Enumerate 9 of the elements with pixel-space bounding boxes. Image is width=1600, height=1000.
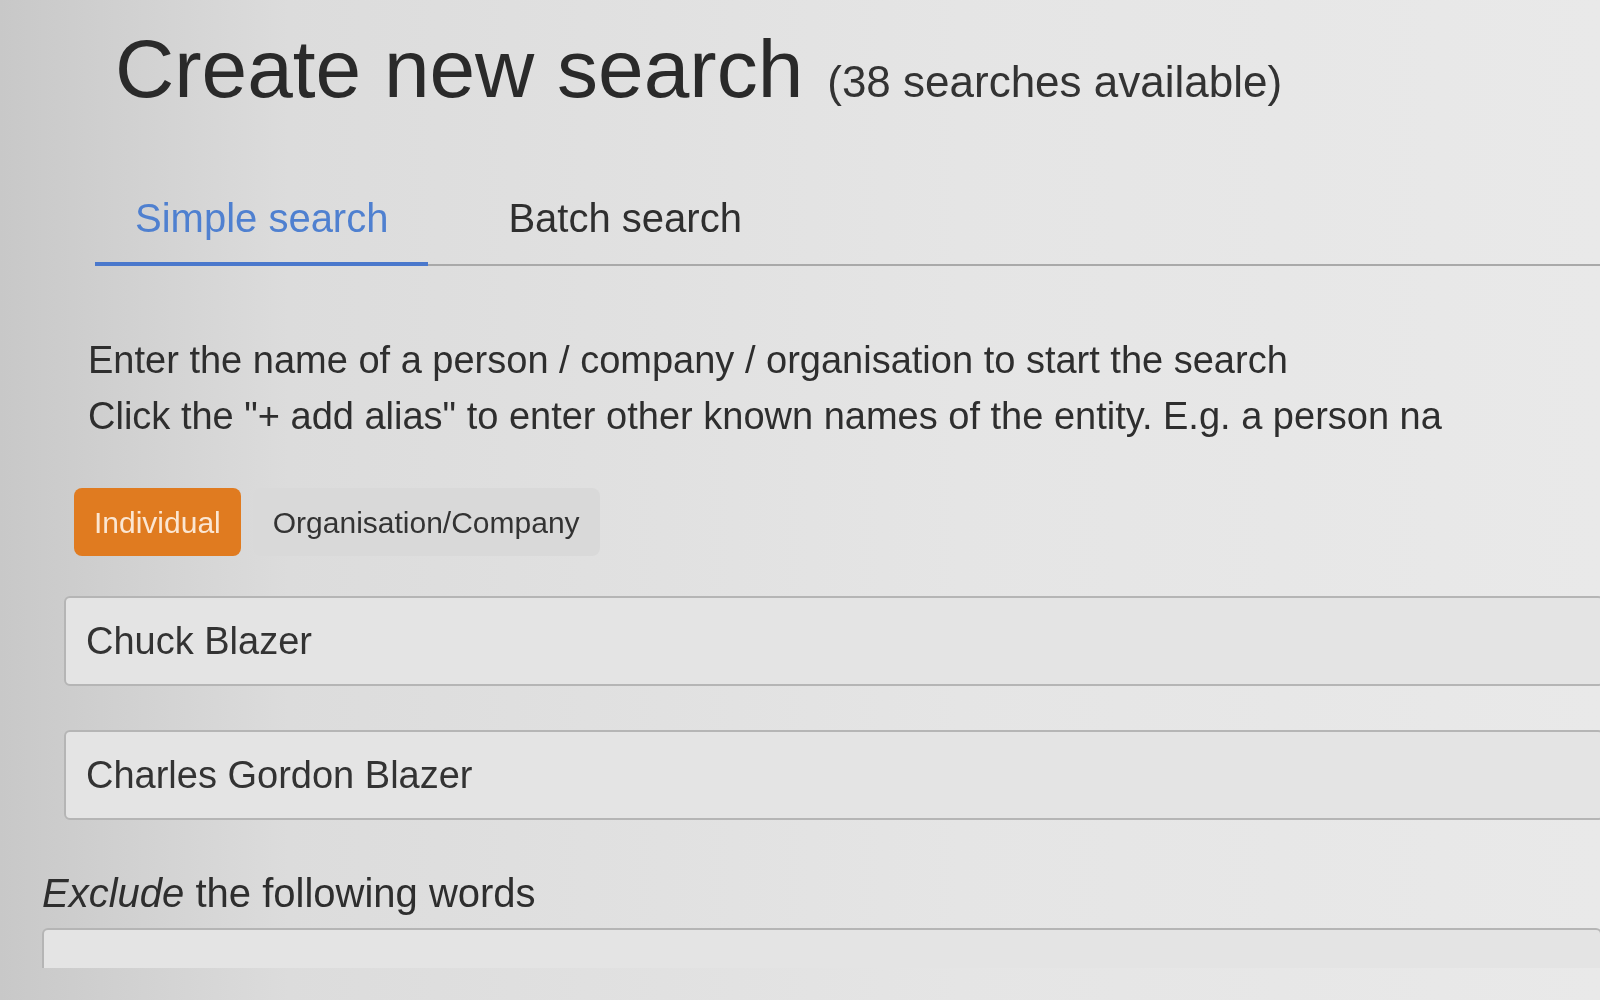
exclude-input-field[interactable] — [42, 928, 1600, 968]
exclude-label: Exclude the following words — [42, 870, 537, 917]
name-input-field[interactable]: Charles Gordon Blazer — [64, 730, 1600, 820]
page-title: Create new search — [115, 28, 804, 110]
searches-available-text: (38 searches available) — [827, 60, 1283, 104]
instruction-text: Enter the name of a person / company / organisation to start the search — [88, 338, 1289, 383]
name-input-field[interactable]: Chuck Blazer — [64, 596, 1600, 686]
tab[interactable]: Batch search — [428, 190, 822, 266]
instruction-text: Click the "+ add alias" to enter other known names of the entity. E.g. a person na — [88, 394, 1443, 439]
